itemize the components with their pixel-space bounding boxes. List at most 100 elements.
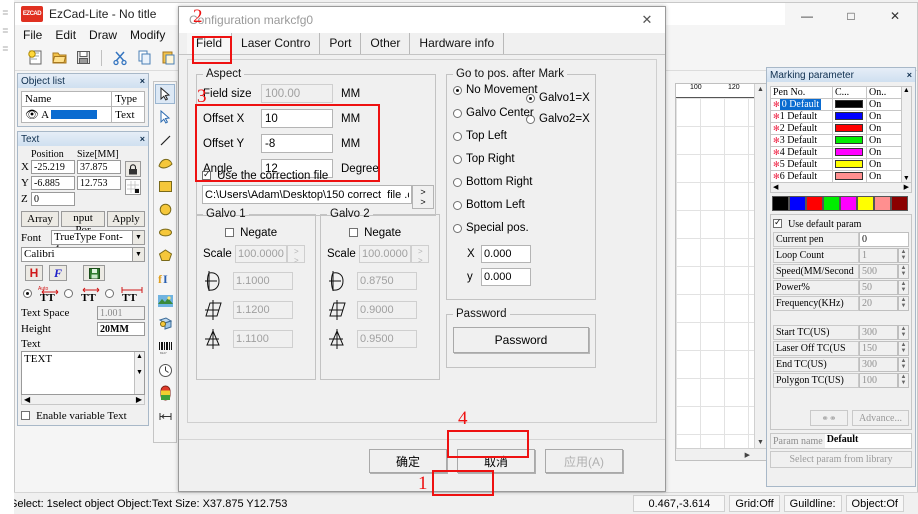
palette-color-1[interactable] [789, 196, 806, 211]
galvo1-barrel-input[interactable] [233, 272, 293, 290]
text-icon[interactable]: fI [155, 268, 175, 288]
galvo2-barrel-input[interactable] [357, 272, 417, 290]
enable-variable-text-checkbox[interactable] [21, 411, 30, 420]
goto-option-bottom-left[interactable]: Bottom Left [453, 199, 589, 211]
spinner-icon[interactable]: ▲▼ [898, 280, 909, 295]
goto-radio[interactable] [453, 224, 462, 233]
menu-file[interactable]: File [23, 28, 42, 42]
rectangle-icon[interactable] [155, 176, 175, 196]
tab-field[interactable]: Field [187, 33, 232, 54]
table-row[interactable]: 👁 A Text [22, 107, 145, 123]
galvo2-negate-checkbox[interactable] [349, 228, 358, 237]
tab-laser-control[interactable]: Laser Contro [232, 33, 320, 54]
vector-file-icon[interactable] [155, 314, 175, 334]
array-button[interactable]: Array [21, 211, 59, 227]
new-icon[interactable] [25, 48, 45, 68]
spinner-icon[interactable]: ▲▼ [898, 264, 909, 279]
menu-modify[interactable]: Modify [130, 28, 165, 42]
object-name-cell[interactable]: 👁 A [22, 107, 112, 123]
menu-draw[interactable]: Draw [89, 28, 117, 42]
drawing-canvas[interactable]: 100 120 1 ▲ ▼ ▶ [675, 83, 767, 461]
copy-icon[interactable] [134, 48, 154, 68]
text-space-input[interactable] [97, 306, 145, 320]
text-horizontal-scrollbar[interactable]: ◀ ▶ [21, 395, 145, 405]
palette-color-6[interactable] [874, 196, 891, 211]
scroll-right-icon[interactable]: ▶ [136, 395, 142, 404]
scroll-down-icon[interactable]: ▼ [755, 439, 766, 446]
input-port-button[interactable]: nput Por [61, 211, 105, 227]
galvo1-negate-checkbox[interactable] [225, 228, 234, 237]
pen-table-vertical-scrollbar[interactable]: ▲ ▼ [902, 86, 912, 183]
scroll-down-icon[interactable]: ▼ [902, 175, 911, 182]
enable-variable-text-row[interactable]: Enable variable Text [21, 410, 145, 422]
param-value[interactable]: 100 [859, 373, 898, 388]
marking-parameter-close-icon[interactable]: × [907, 70, 912, 80]
cut-icon[interactable] [110, 48, 130, 68]
goto-option-top-right[interactable]: Top Right [453, 153, 589, 165]
galvo2-trapezoid-input[interactable] [357, 330, 417, 348]
use-default-param-row[interactable]: Use default param [773, 218, 909, 230]
align-mode-spread-radio[interactable] [105, 289, 114, 298]
palette-color-7[interactable] [891, 196, 908, 211]
goto-y-input[interactable] [481, 268, 531, 286]
text-content-area[interactable]: TEXT ▲▼ [21, 351, 145, 395]
eye-icon[interactable]: 👁 [25, 109, 39, 121]
galvo2-scale-browse-button[interactable]: > > [411, 245, 429, 263]
table-row[interactable]: ✻0 DefaultOn [771, 99, 902, 111]
apply-button[interactable]: 应用(A) [545, 449, 623, 473]
select-arrow-icon[interactable] [155, 84, 175, 104]
galvo1-negate-row[interactable]: Negate [225, 227, 309, 239]
spinner-icon[interactable]: ▲▼ [898, 296, 909, 311]
galvo1-parallel-input[interactable] [233, 301, 293, 319]
close-icon[interactable]: ✕ [873, 3, 917, 29]
align-mode-auto-radio[interactable] [23, 289, 32, 298]
scroll-right-icon[interactable]: ▶ [745, 451, 750, 459]
use-default-param-checkbox[interactable] [773, 219, 782, 228]
spinner-icon[interactable]: ▲▼ [898, 373, 909, 388]
goto-option-special-pos[interactable]: Special pos. [453, 222, 589, 234]
line-icon[interactable] [155, 130, 175, 150]
param-name-value[interactable]: Default [825, 434, 911, 448]
circle-icon[interactable] [155, 199, 175, 219]
goto-radio[interactable] [453, 109, 462, 118]
palette-color-0[interactable] [772, 196, 789, 211]
palette-color-5[interactable] [857, 196, 874, 211]
align-mode-center-radio[interactable] [64, 289, 73, 298]
italic-icon[interactable]: F [49, 265, 67, 281]
galvo2-negate-row[interactable]: Negate [349, 227, 433, 239]
select-param-library-button[interactable]: Select param from library [770, 451, 912, 468]
y-size-input[interactable] [77, 176, 121, 190]
menu-edit[interactable]: Edit [55, 28, 76, 42]
param-value[interactable]: 0 [859, 232, 909, 247]
paste-icon[interactable] [158, 48, 178, 68]
bitmap-icon[interactable] [155, 291, 175, 311]
scroll-right-icon[interactable]: ▶ [904, 183, 909, 192]
polygon-icon[interactable] [155, 245, 175, 265]
text-panel-close-icon[interactable]: × [140, 134, 145, 144]
scroll-left-icon[interactable]: ◀ [773, 183, 778, 192]
goto-option-bottom-right[interactable]: Bottom Right [453, 176, 589, 188]
close-icon[interactable]: ✕ [629, 7, 665, 33]
font-type-select[interactable]: TrueType Font-4· ▼ [51, 230, 145, 245]
param-value[interactable]: 500 [859, 264, 898, 279]
minimize-icon[interactable]: — [785, 3, 829, 29]
advance-button[interactable]: Advance... [852, 410, 909, 426]
scroll-up-icon[interactable]: ▲ [755, 86, 766, 93]
spinner-icon[interactable]: ▲▼ [898, 341, 909, 356]
timer-icon[interactable] [155, 360, 175, 380]
x-size-input[interactable] [77, 160, 121, 174]
pen-table-horizontal-scrollbar[interactable]: ◀ ▶ [770, 183, 912, 193]
use-correction-file-row[interactable]: Use the correction file [202, 170, 434, 182]
save-font-icon[interactable] [83, 265, 105, 281]
offset-y-input[interactable] [261, 134, 333, 153]
param-value[interactable]: 20 [859, 296, 898, 311]
y-position-input[interactable] [31, 176, 75, 190]
apply-button[interactable]: Apply [107, 211, 145, 227]
tab-port[interactable]: Port [320, 33, 361, 54]
tab-other[interactable]: Other [361, 33, 410, 54]
save-icon[interactable] [73, 48, 93, 68]
bold-hatch-icon[interactable]: H [25, 265, 43, 281]
use-correction-file-checkbox[interactable] [202, 171, 211, 180]
param-value[interactable]: 1 [859, 248, 898, 263]
correction-file-browse-button[interactable]: > > [412, 185, 434, 209]
